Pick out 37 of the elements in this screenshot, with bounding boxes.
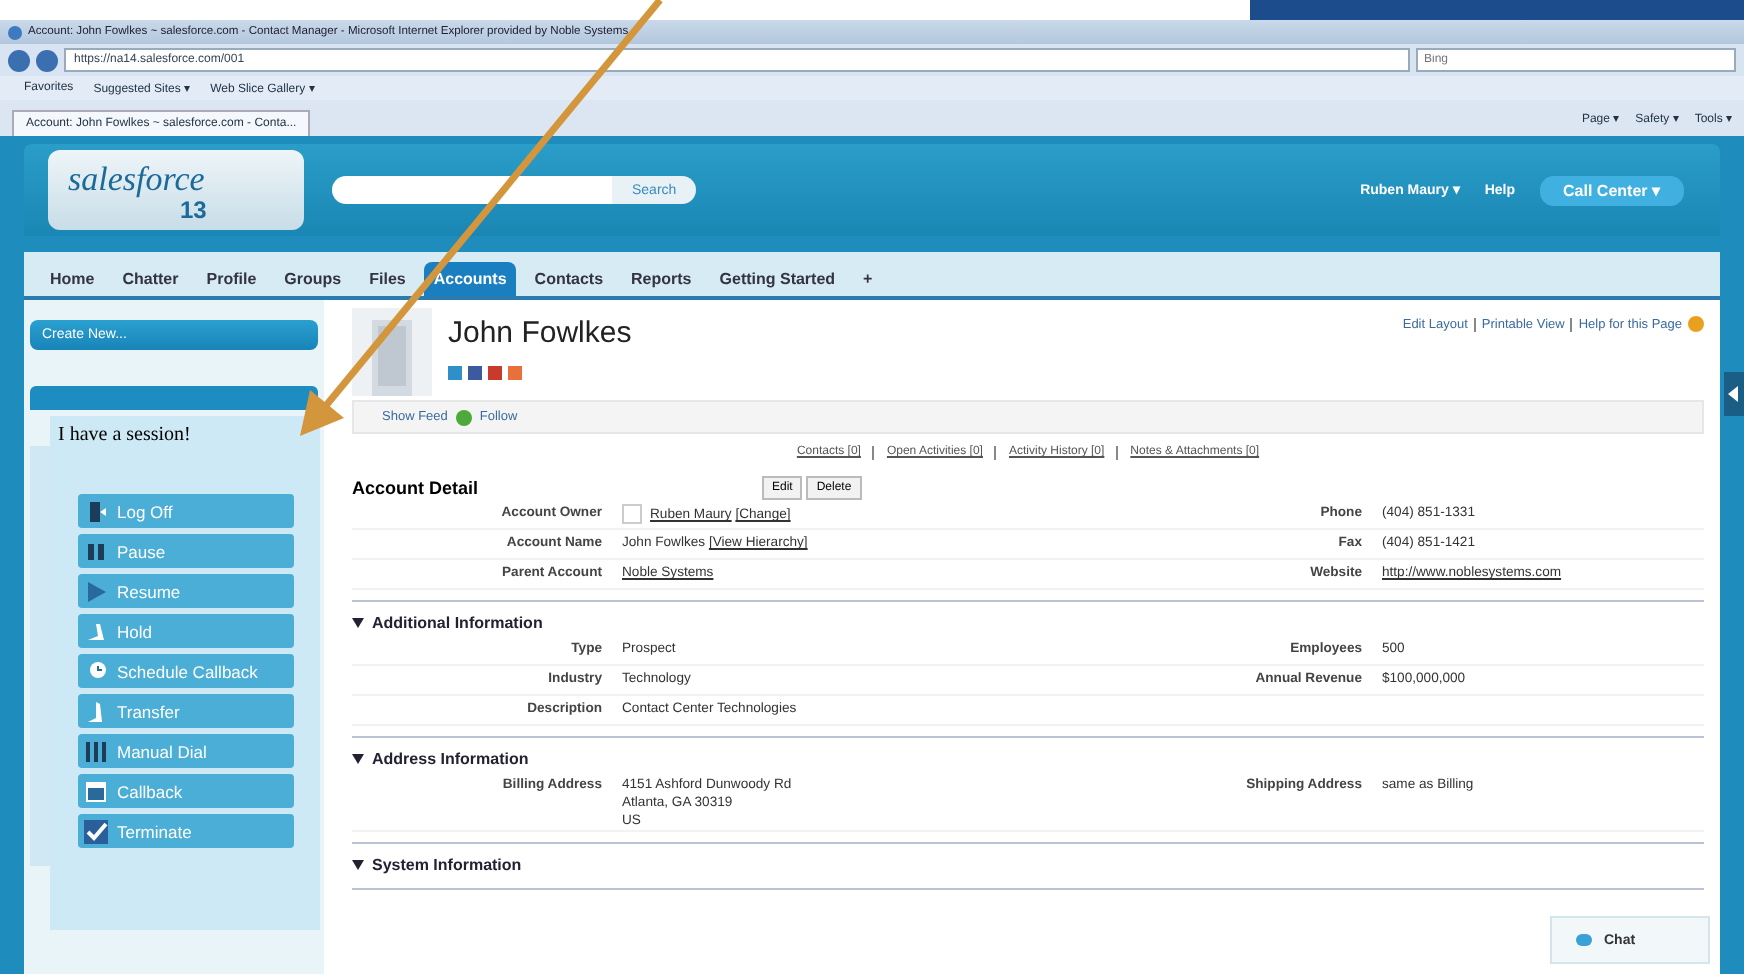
check-icon [83, 819, 107, 843]
window-icon [85, 781, 105, 801]
panel-title: I have a session! [56, 424, 191, 446]
forward-button[interactable] [36, 49, 58, 71]
collapse-handle[interactable] [1724, 372, 1744, 416]
chat-icon [1576, 934, 1592, 946]
collapse-icon [1728, 386, 1740, 402]
help-icon[interactable] [1688, 316, 1704, 332]
nav-tab[interactable]: Contacts [524, 262, 614, 296]
nav-tab[interactable]: + [853, 262, 883, 296]
browser-icon [8, 25, 22, 39]
section-header[interactable]: Address Information [372, 750, 529, 768]
door-icon [89, 501, 105, 521]
section-header[interactable]: System Information [372, 856, 522, 874]
pause-icon [87, 543, 103, 559]
nav-tab[interactable]: Home [40, 262, 105, 296]
collapse-icon[interactable] [352, 618, 364, 628]
section-title: Account Detail [352, 478, 481, 498]
nav-tab[interactable]: Reports [621, 262, 702, 296]
logo: salesforce 13 [48, 150, 304, 230]
collapse-icon[interactable] [352, 860, 364, 870]
collapse-icon[interactable] [352, 754, 364, 764]
nav-tab[interactable]: Groups [274, 262, 352, 296]
nav-tab[interactable]: Profile [196, 262, 267, 296]
search-field[interactable] [332, 176, 612, 204]
building-icon [352, 308, 432, 396]
keypad-icon [85, 741, 105, 761]
play-icon [87, 581, 105, 601]
clock-icon [89, 661, 105, 677]
nav-tab[interactable]: Getting Started [709, 262, 846, 296]
nav-tab[interactable]: Files [359, 262, 416, 296]
back-button[interactable] [8, 49, 30, 71]
add-icon[interactable] [455, 409, 472, 425]
account-name: John Fowlkes [448, 316, 632, 350]
nav-tab[interactable]: Accounts [423, 262, 517, 296]
section-header[interactable]: Additional Information [372, 614, 543, 632]
nav-tab[interactable]: Chatter [112, 262, 189, 296]
